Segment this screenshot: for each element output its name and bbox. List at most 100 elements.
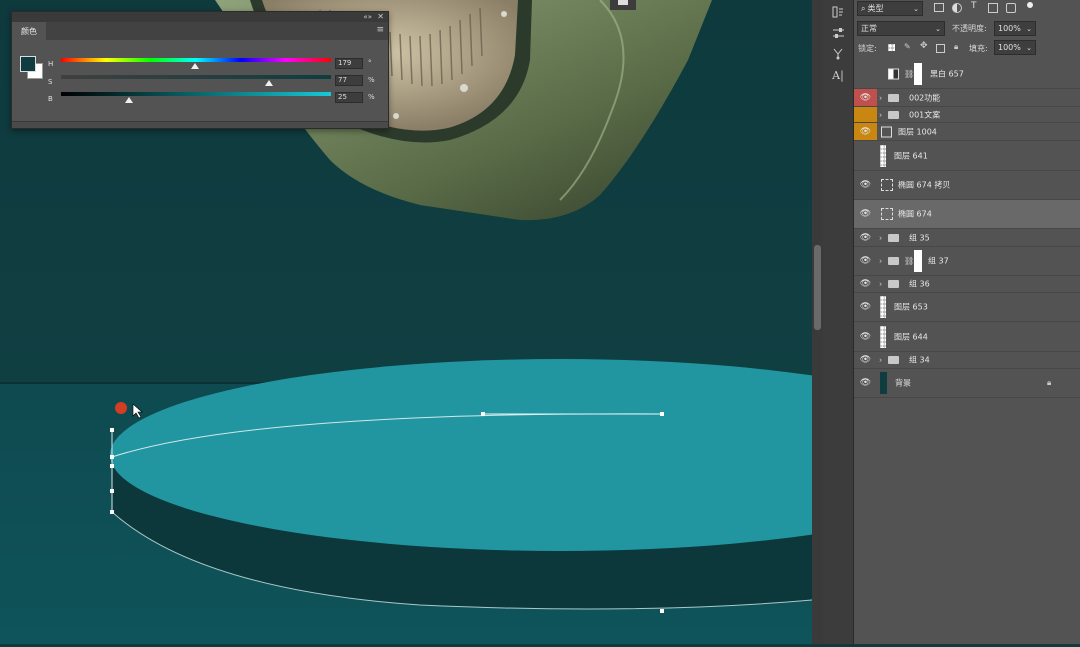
character-icon[interactable]: A| [831, 68, 845, 82]
layer-name[interactable]: 组 34 [909, 355, 930, 366]
close-icon[interactable]: ✕ [377, 12, 384, 22]
layer-row[interactable]: ⛓ 黑白 657 [854, 60, 1080, 89]
chevron-right-icon[interactable]: › [879, 356, 882, 365]
scrollbar-thumb[interactable] [814, 245, 821, 330]
panel-dock-strip: A| [823, 0, 854, 644]
filter-pixel-icon[interactable] [934, 3, 944, 12]
layer-row[interactable]: 👁︎ › ⛓ 组 37 [854, 247, 1080, 276]
layer-row[interactable]: 👁︎ › 组 36 [854, 276, 1080, 293]
panel-bottom-divider [12, 121, 388, 128]
folder-icon [888, 356, 899, 364]
lock-pixels-icon[interactable]: ✎ [904, 42, 911, 51]
panel-titlebar[interactable]: «» ✕ [12, 12, 388, 22]
filter-adjustment-icon[interactable] [952, 3, 962, 13]
saturation-value-field[interactable]: 77 [335, 75, 363, 86]
chevron-right-icon[interactable]: › [879, 93, 882, 102]
eye-icon[interactable]: 👁︎ [854, 247, 877, 275]
opacity-value: 100% [998, 24, 1021, 33]
history-icon[interactable] [831, 5, 845, 19]
chevron-right-icon[interactable]: › [879, 257, 882, 266]
layer-name[interactable]: 组 35 [909, 232, 930, 243]
shape-layer-icon [881, 208, 893, 220]
canvas-vertical-scrollbar[interactable] [812, 0, 823, 644]
chevron-right-icon[interactable]: › [879, 280, 882, 289]
brush-settings-icon[interactable] [831, 47, 845, 61]
eye-icon[interactable]: 👁︎ [854, 322, 877, 351]
layer-row[interactable]: 👁︎ › 组 34 [854, 352, 1080, 369]
layer-mask-thumbnail[interactable] [914, 63, 922, 85]
layer-row[interactable]: › 001文案 [854, 107, 1080, 123]
filter-shape-icon[interactable] [988, 3, 998, 13]
layer-name[interactable]: 背景 [895, 378, 911, 389]
layer-name[interactable]: 组 36 [909, 279, 930, 290]
layer-name[interactable]: 图层 641 [894, 150, 928, 161]
lock-transparent-icon[interactable] [888, 44, 895, 51]
brightness-slider-handle[interactable] [124, 97, 133, 103]
layer-row[interactable]: 👁︎ 椭圆 674 拷贝 [854, 171, 1080, 200]
eye-icon[interactable]: 👁︎ [854, 123, 877, 140]
layer-name[interactable]: 图层 644 [894, 331, 928, 342]
visibility-toggle[interactable] [854, 141, 877, 170]
layer-name[interactable]: 002功能 [909, 92, 940, 103]
lock-all-icon[interactable]: 🔒︎ [954, 42, 958, 52]
layer-name[interactable]: 001文案 [909, 109, 940, 120]
layer-row[interactable]: 👁︎ 椭圆 674 [854, 200, 1080, 229]
layer-row[interactable]: 👁︎ 图层 1004 [854, 123, 1080, 141]
eye-icon[interactable]: 👁︎ [854, 352, 877, 368]
tab-color[interactable]: 颜色 [12, 22, 46, 40]
foreground-color-swatch[interactable] [20, 56, 36, 72]
layer-name[interactable]: 组 37 [928, 256, 949, 267]
blend-mode-dropdown[interactable]: 正常 ⌄ [857, 21, 945, 36]
visibility-toggle[interactable] [854, 107, 877, 122]
saturation-slider-track[interactable] [61, 75, 331, 79]
eye-icon[interactable]: 👁︎ [854, 200, 877, 228]
chevron-down-icon: ⌄ [913, 4, 919, 13]
filter-toggle-icon[interactable] [1027, 2, 1033, 8]
double-arrow-icon[interactable]: «» [363, 12, 372, 22]
layer-row[interactable]: 👁︎ 图层 653 [854, 293, 1080, 322]
layer-row[interactable]: 👁︎ › 002功能 [854, 89, 1080, 107]
eye-icon[interactable]: 👁︎ [854, 293, 877, 321]
chevron-down-icon: ⌄ [1026, 24, 1032, 33]
saturation-slider-handle[interactable] [264, 80, 273, 86]
brightness-slider-track[interactable] [61, 92, 331, 96]
filter-kind-value: 类型 [867, 4, 884, 13]
adjustment-layer-icon [888, 68, 899, 80]
folder-icon [888, 93, 899, 102]
layer-row[interactable]: 图层 641 [854, 141, 1080, 171]
lock-position-icon[interactable]: ✥ [920, 41, 928, 51]
adjust-icon[interactable] [831, 26, 845, 40]
layer-row[interactable]: 👁︎ 🔒︎ 背景 [854, 369, 1080, 398]
brightness-value-field[interactable]: 25 [335, 92, 363, 103]
layer-mask-thumbnail[interactable] [914, 250, 922, 272]
eye-icon[interactable]: 👁︎ [854, 276, 877, 292]
filter-type-icon[interactable]: T [971, 1, 977, 11]
layer-name[interactable]: 黑白 657 [930, 69, 964, 80]
eye-icon[interactable]: 👁︎ [854, 369, 877, 397]
link-chain-icon[interactable]: ⛓ [904, 70, 914, 79]
hue-slider-handle[interactable] [191, 63, 200, 69]
link-chain-icon[interactable]: ⛓ [904, 257, 914, 266]
filter-kind-dropdown[interactable]: ⌕ 类型 ⌄ [857, 1, 923, 16]
layer-row[interactable]: 👁︎ › 组 35 [854, 229, 1080, 247]
layer-row[interactable]: 👁︎ 图层 644 [854, 322, 1080, 352]
visibility-toggle[interactable] [854, 60, 877, 88]
hue-value-field[interactable]: 179 [335, 58, 363, 69]
layers-panel: ⌕ 类型 ⌄ T 正常 ⌄ 不透明度: 100% ⌄ 锁定: ✎ ✥ 🔒︎ 填充… [854, 0, 1080, 644]
layer-name[interactable]: 椭圆 674 拷贝 [898, 180, 950, 191]
layer-name[interactable]: 图层 1004 [898, 126, 937, 137]
eye-icon[interactable]: 👁︎ [854, 171, 877, 199]
layer-name[interactable]: 图层 653 [894, 302, 928, 313]
eye-icon[interactable]: 👁︎ [854, 229, 877, 246]
layer-name[interactable]: 椭圆 674 [898, 209, 932, 220]
fill-field[interactable]: 100% ⌄ [994, 40, 1036, 55]
fill-value: 100% [998, 43, 1021, 52]
chevron-right-icon[interactable]: › [879, 110, 882, 119]
chevron-right-icon[interactable]: › [879, 233, 882, 242]
eye-icon[interactable]: 👁︎ [854, 89, 877, 106]
hue-slider-track[interactable] [61, 58, 331, 62]
panel-menu-icon[interactable]: ≡ [376, 25, 384, 35]
lock-artboard-icon[interactable] [936, 44, 945, 53]
opacity-field[interactable]: 100% ⌄ [994, 21, 1036, 36]
filter-smart-object-icon[interactable] [1006, 3, 1016, 13]
